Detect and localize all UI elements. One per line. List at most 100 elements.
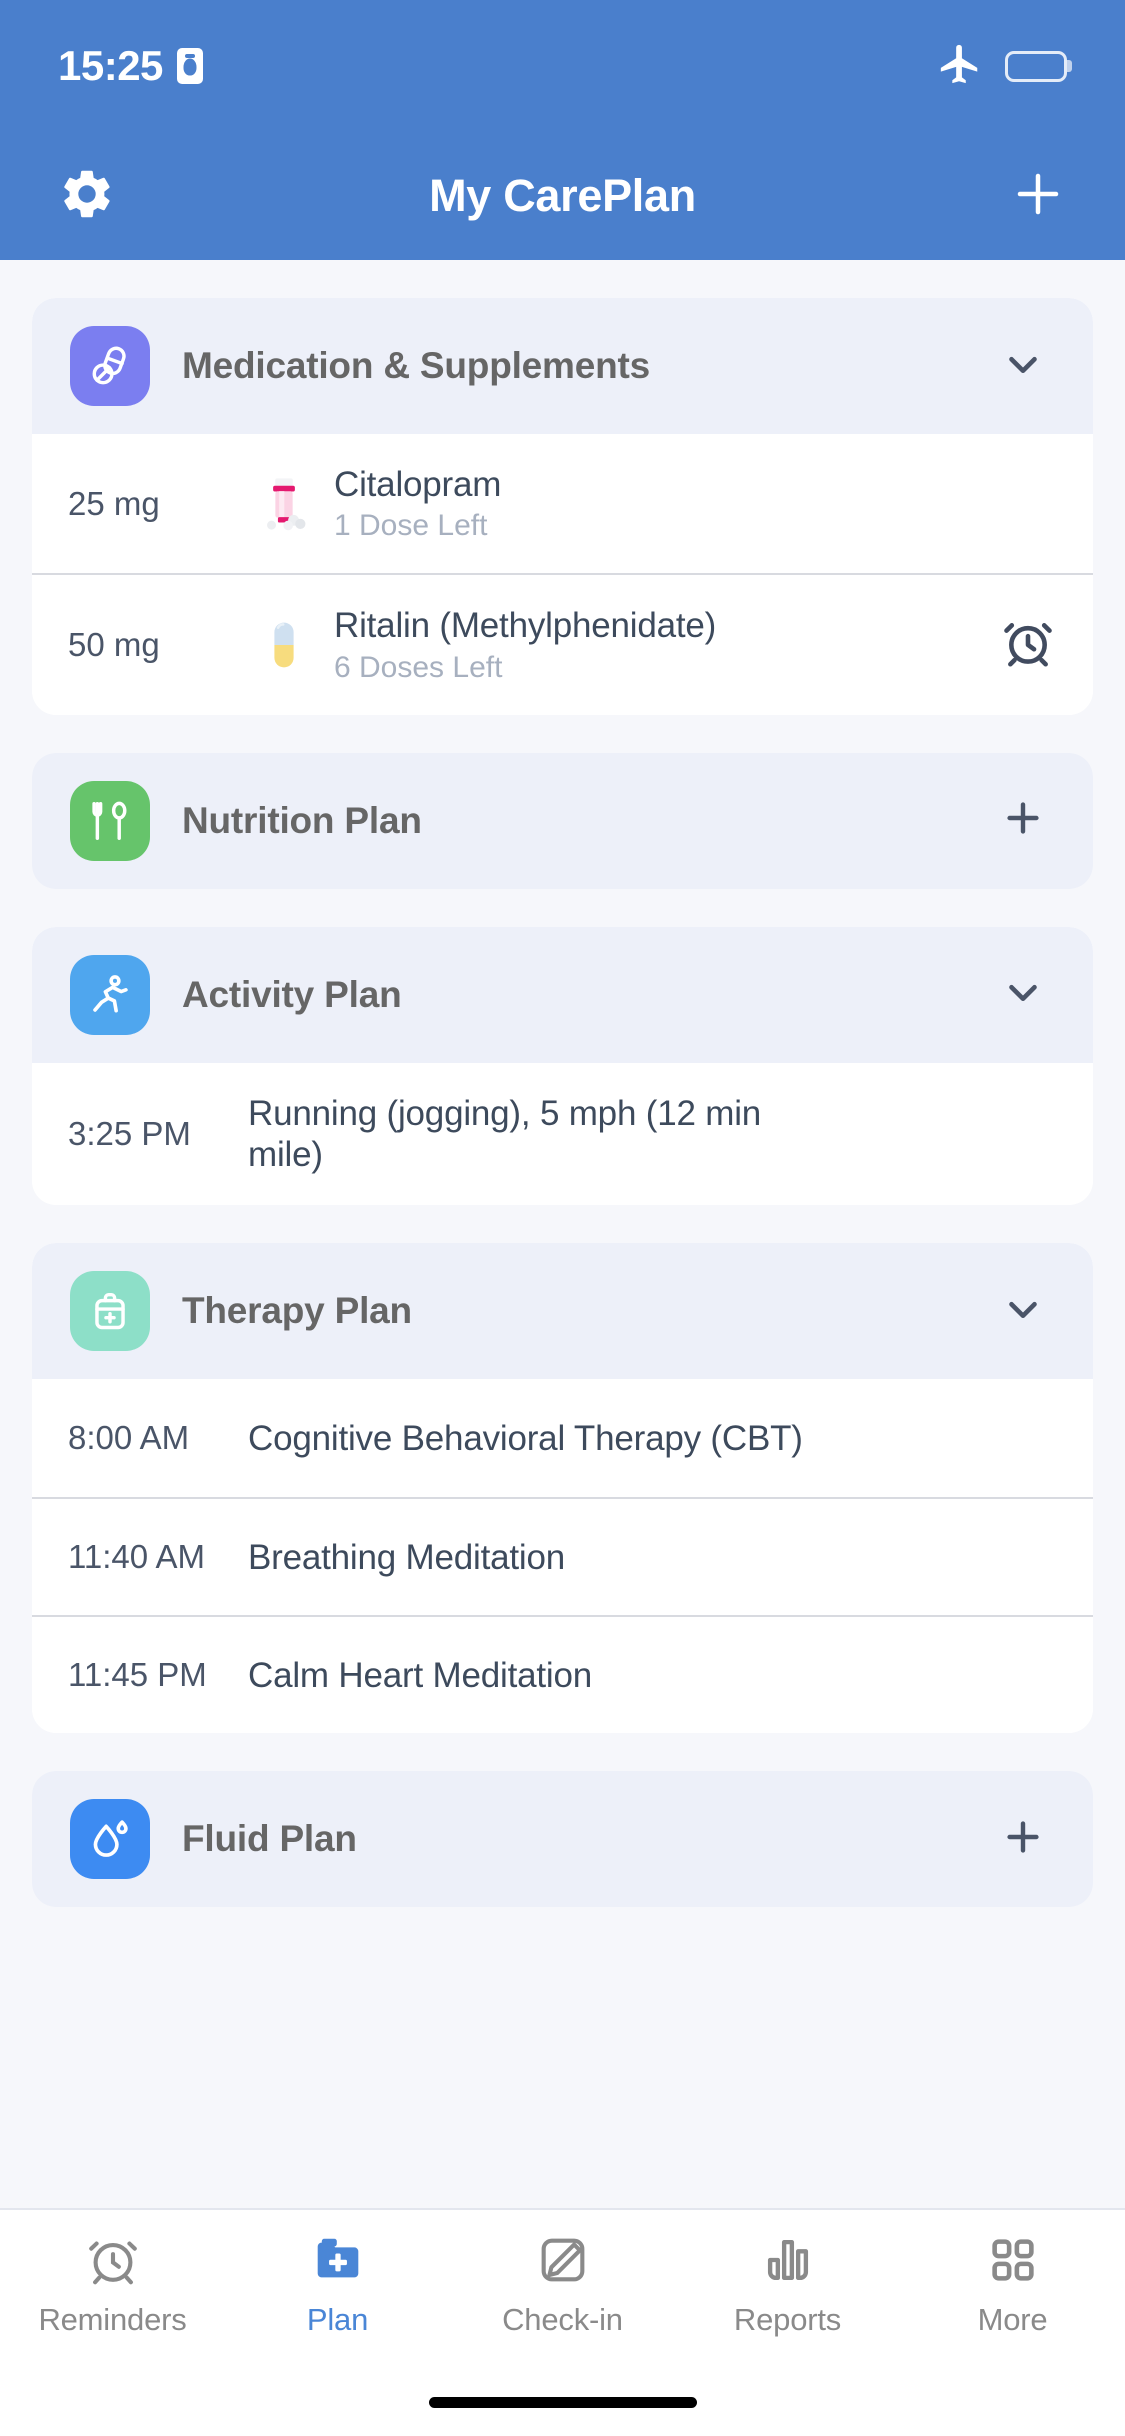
tab-plan[interactable]: Plan bbox=[225, 2228, 450, 2338]
status-bar-left: 15:25 bbox=[58, 42, 203, 90]
list-item-title: Citalopram bbox=[334, 465, 502, 504]
list-item-time: 11:40 AM bbox=[68, 1538, 205, 1576]
recording-indicator-icon bbox=[176, 48, 203, 84]
status-bar: 15:25 bbox=[0, 0, 1125, 132]
bar-chart-icon bbox=[759, 2228, 817, 2292]
chevron-down-icon bbox=[1000, 341, 1046, 392]
tab-label-plan: Plan bbox=[306, 2302, 369, 2337]
list-item-time: 3:25 PM bbox=[68, 1114, 191, 1152]
list-item-title: Ritalin (Methylphenidate) bbox=[334, 606, 717, 646]
list-item-time: 11:45 PM bbox=[68, 1656, 207, 1694]
add-item-button-fluid[interactable] bbox=[991, 1807, 1055, 1871]
chevron-down-icon bbox=[1000, 969, 1046, 1020]
list-item-text: Calm Heart Meditation bbox=[248, 1655, 977, 1696]
settings-button[interactable] bbox=[52, 161, 122, 231]
list-item-subtitle: 6 Doses Left bbox=[334, 650, 503, 684]
airplane-mode-icon bbox=[937, 41, 983, 92]
list-item-title: Running (jogging), 5 mph (12 min mile) bbox=[248, 1093, 762, 1174]
section-title-medication: Medication & Supplements bbox=[182, 345, 651, 386]
list-item-title: Breathing Meditation bbox=[248, 1537, 566, 1577]
home-indicator[interactable] bbox=[428, 2396, 697, 2408]
section-card-therapy: Therapy Plan 8:00 AM Cognitive Behavioral … bbox=[32, 1243, 1093, 1734]
plus-icon bbox=[1000, 795, 1046, 846]
medical-kit-icon bbox=[70, 1271, 150, 1352]
add-item-button-nutrition[interactable] bbox=[991, 789, 1055, 853]
section-header-activity[interactable]: Activity Plan bbox=[32, 926, 1093, 1063]
section-rows-medication: 25 mg Citalopram 1 Dose Left 50 mg Ritalin (… bbox=[32, 434, 1093, 715]
list-item-content: Running (jogging), 5 mph (12 min mile) bbox=[248, 1093, 977, 1176]
alarm-clock-icon[interactable] bbox=[999, 613, 1057, 676]
section-title-nutrition: Nutrition Plan bbox=[182, 799, 422, 841]
list-item-text: Citalopram 1 Dose Left bbox=[334, 464, 977, 543]
list-item-title: Calm Heart Meditation bbox=[248, 1655, 592, 1695]
section-card-activity: Activity Plan 3:25 PM Running (jogging), 5… bbox=[32, 926, 1093, 1206]
list-item-text: Breathing Meditation bbox=[248, 1537, 977, 1578]
section-header-medication[interactable]: Medication & Supplements bbox=[32, 298, 1093, 434]
chevron-down-icon bbox=[1000, 1286, 1046, 1337]
battery-full-icon bbox=[1005, 50, 1067, 82]
plan-list[interactable]: Medication & Supplements 25 mg Citalopram 1… bbox=[0, 260, 1125, 2208]
section-header-therapy[interactable]: Therapy Plan bbox=[32, 1243, 1093, 1380]
list-item-content: Calm Heart Meditation bbox=[248, 1655, 977, 1696]
section-card-nutrition: Nutrition Plan bbox=[32, 752, 1093, 889]
status-bar-clock: 15:25 bbox=[58, 42, 163, 89]
folder-plus-icon bbox=[309, 2228, 367, 2292]
section-card-medication: Medication & Supplements 25 mg Citalopram 1… bbox=[32, 298, 1093, 715]
list-item[interactable]: 3:25 PM Running (jogging), 5 mph (12 min … bbox=[32, 1062, 1093, 1206]
running-icon bbox=[70, 954, 150, 1035]
list-item[interactable]: 11:45 PM Calm Heart Meditation bbox=[32, 1615, 1093, 1734]
list-item[interactable]: 8:00 AM Cognitive Behavioral Therapy (CBT… bbox=[32, 1379, 1093, 1498]
collapse-toggle-medication[interactable] bbox=[991, 334, 1055, 398]
list-item[interactable]: 11:40 AM Breathing Meditation bbox=[32, 1497, 1093, 1616]
list-item-content: Cognitive Behavioral Therapy (CBT) bbox=[248, 1418, 977, 1459]
list-item-time: 50 mg bbox=[68, 625, 160, 663]
pill-bottle-icon bbox=[248, 472, 320, 536]
plus-icon bbox=[1011, 167, 1065, 226]
section-rows-activity: 3:25 PM Running (jogging), 5 mph (12 min … bbox=[32, 1062, 1093, 1206]
section-header-nutrition[interactable]: Nutrition Plan bbox=[32, 752, 1093, 889]
plus-icon bbox=[1000, 1814, 1046, 1865]
tab-reminders[interactable]: Reminders bbox=[0, 2228, 225, 2338]
edit-square-icon bbox=[534, 2228, 592, 2292]
bottom-tab-bar[interactable]: Reminders Plan Check-in Reports More bbox=[0, 2208, 1125, 2368]
tab-label-reminders: Reminders bbox=[38, 2302, 187, 2337]
section-title-therapy: Therapy Plan bbox=[182, 1290, 412, 1332]
list-item-title: Cognitive Behavioral Therapy (CBT) bbox=[248, 1418, 803, 1458]
pills-icon bbox=[70, 326, 150, 406]
tab-label-check-in: Check-in bbox=[502, 2302, 623, 2337]
tab-more[interactable]: More bbox=[900, 2228, 1125, 2338]
collapse-toggle-activity[interactable] bbox=[991, 963, 1055, 1027]
section-card-fluid: Fluid Plan bbox=[32, 1771, 1093, 1908]
capsule-icon bbox=[248, 613, 320, 677]
list-item-text: Cognitive Behavioral Therapy (CBT) bbox=[248, 1418, 977, 1459]
collapse-toggle-therapy[interactable] bbox=[991, 1279, 1055, 1343]
tab-label-more: More bbox=[977, 2302, 1048, 2337]
section-header-fluid[interactable]: Fluid Plan bbox=[32, 1771, 1093, 1908]
list-item-text: Running (jogging), 5 mph (12 min mile) bbox=[248, 1093, 977, 1176]
grid-icon bbox=[984, 2228, 1042, 2292]
water-drop-icon bbox=[70, 1799, 150, 1880]
tab-reports[interactable]: Reports bbox=[675, 2228, 900, 2338]
list-item-trailing[interactable] bbox=[977, 613, 1057, 676]
list-item-subtitle: 1 Dose Left bbox=[334, 509, 488, 543]
home-indicator-area bbox=[0, 2368, 1125, 2436]
list-item[interactable]: 25 mg Citalopram 1 Dose Left bbox=[32, 434, 1093, 574]
list-item[interactable]: 50 mg Ritalin (Methylphenidate) 6 Doses Le… bbox=[32, 573, 1093, 715]
gear-icon bbox=[58, 165, 116, 228]
list-item-content: Citalopram 1 Dose Left bbox=[248, 464, 977, 543]
page-title: My CarePlan bbox=[429, 170, 696, 221]
section-rows-therapy: 8:00 AM Cognitive Behavioral Therapy (CBT… bbox=[32, 1379, 1093, 1734]
nav-bar: My CarePlan bbox=[0, 132, 1125, 260]
list-item-content: Ritalin (Methylphenidate) 6 Doses Left bbox=[248, 605, 977, 684]
app-screen: 15:25 My CarePlan Medication & Supplemen… bbox=[0, 0, 1125, 2436]
section-title-activity: Activity Plan bbox=[182, 973, 402, 1015]
cutlery-icon bbox=[70, 780, 150, 861]
list-item-time: 8:00 AM bbox=[68, 1419, 190, 1457]
add-plan-button[interactable] bbox=[1003, 161, 1073, 231]
alarm-clock-icon bbox=[84, 2228, 142, 2292]
section-title-fluid: Fluid Plan bbox=[182, 1818, 357, 1860]
tab-check-in[interactable]: Check-in bbox=[450, 2228, 675, 2338]
list-item-text: Ritalin (Methylphenidate) 6 Doses Left bbox=[334, 605, 977, 684]
status-bar-right bbox=[937, 41, 1067, 92]
list-item-time: 25 mg bbox=[68, 484, 160, 522]
